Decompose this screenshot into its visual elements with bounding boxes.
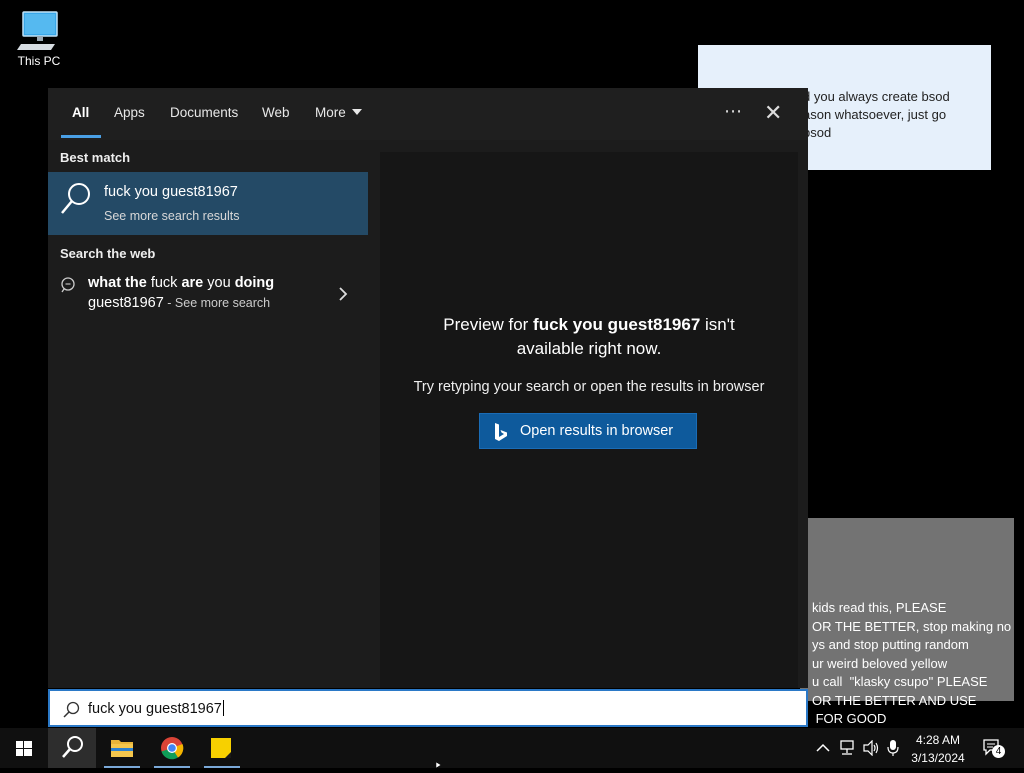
sticky-note-2-text: kids read this, PLEASE OR THE BETTER, st…	[812, 600, 1012, 726]
web-result-item[interactable]: what the fuck are you doing guest81967 -…	[48, 266, 368, 322]
clock[interactable]: 4:28 AM 3/13/2024	[904, 731, 972, 767]
preview-line2: available right now.	[516, 339, 662, 358]
search-input[interactable]: fuck you guest81967	[48, 689, 808, 727]
tab-documents[interactable]: Documents	[170, 105, 238, 120]
chevron-up-icon[interactable]	[816, 742, 830, 754]
web-result-bold-3: doing	[234, 275, 275, 291]
network-icon[interactable]	[838, 740, 856, 756]
preview-suffix: isn't	[700, 315, 735, 334]
web-result-sub: - See more search	[163, 296, 271, 310]
sticky-note-1-text: d you always create bsod ason whatsoever…	[803, 89, 950, 140]
best-match-header: Best match	[60, 150, 131, 165]
tab-all[interactable]: All	[72, 105, 89, 120]
best-match-item[interactable]: fuck you guest81967 See more search resu…	[48, 172, 368, 235]
search-panel: All Apps Documents Web More ⋯ ✕ Best mat…	[48, 88, 808, 688]
close-icon[interactable]: ✕	[764, 100, 782, 126]
preview-message: Preview for fuck you guest81967 isn't av…	[380, 313, 798, 361]
preview-query: fuck you guest81967	[533, 315, 701, 334]
search-icon	[61, 183, 90, 214]
web-search-icon	[61, 277, 75, 293]
mouse-cursor-icon	[436, 762, 442, 768]
microphone-icon[interactable]	[886, 739, 900, 757]
search-input-value: fuck you guest81967	[88, 700, 224, 717]
bing-icon	[495, 423, 507, 441]
open-results-label: Open results in browser	[520, 423, 674, 439]
action-center-button[interactable]: 4	[982, 738, 1005, 758]
search-query-text: fuck you guest81967	[88, 701, 222, 717]
taskbar-sticky-notes[interactable]	[198, 728, 246, 768]
clock-date: 3/13/2024	[911, 751, 965, 765]
search-icon	[63, 701, 80, 718]
web-result-plain-2: you	[203, 275, 235, 291]
notification-count-badge: 4	[992, 745, 1005, 758]
start-button[interactable]	[0, 728, 48, 768]
tab-more[interactable]: More	[315, 105, 362, 120]
desktop-icon-this-pc[interactable]: This PC	[12, 8, 66, 68]
caret-down-icon	[351, 109, 362, 115]
computer-icon	[17, 11, 58, 50]
best-match-subtitle: See more search results	[104, 209, 240, 223]
this-pc-label: This PC	[17, 54, 61, 68]
chevron-right-icon[interactable]	[338, 287, 348, 301]
windows-icon	[16, 741, 32, 756]
volume-icon[interactable]	[862, 740, 880, 756]
web-result-line2: guest81967 - See more search	[88, 295, 270, 311]
tab-more-label: More	[315, 105, 346, 120]
chrome-icon	[161, 737, 184, 760]
web-result-plain-1: fuck	[146, 275, 182, 291]
taskbar: 4:28 AM 3/13/2024 4	[0, 728, 1024, 768]
search-web-header: Search the web	[60, 246, 156, 261]
web-result-bold-1: what the	[88, 275, 147, 291]
preview-prefix: Preview for	[443, 315, 534, 334]
text-caret	[222, 700, 224, 716]
results-list: Best match fuck you guest81967 See more …	[48, 140, 368, 688]
web-result-bold-2: are	[181, 275, 204, 291]
sticky-note-2[interactable]: kids read this, PLEASE OR THE BETTER, st…	[800, 518, 1014, 726]
best-match-title: fuck you guest81967	[104, 184, 238, 200]
preview-hint: Try retyping your search or open the res…	[413, 379, 765, 395]
sticky-notes-icon	[211, 738, 231, 758]
web-result-line1: what the fuck are you doing	[88, 275, 274, 291]
web-result-query-tail: guest81967	[88, 295, 164, 311]
tab-apps[interactable]: Apps	[114, 105, 145, 120]
active-tab-indicator	[61, 135, 101, 138]
clock-time: 4:28 AM	[915, 733, 961, 747]
taskbar-file-explorer[interactable]	[98, 728, 146, 768]
taskbar-search-button[interactable]	[48, 728, 96, 768]
tab-web[interactable]: Web	[262, 105, 290, 120]
open-results-in-browser-button[interactable]: Open results in browser	[479, 413, 697, 449]
search-icon	[62, 736, 83, 758]
folder-icon	[111, 740, 133, 757]
preview-pane: Preview for fuck you guest81967 isn't av…	[380, 152, 798, 688]
search-tabs: All Apps Documents Web More ⋯ ✕	[48, 88, 808, 140]
more-options-icon[interactable]: ⋯	[724, 101, 743, 122]
taskbar-chrome[interactable]	[148, 728, 196, 768]
